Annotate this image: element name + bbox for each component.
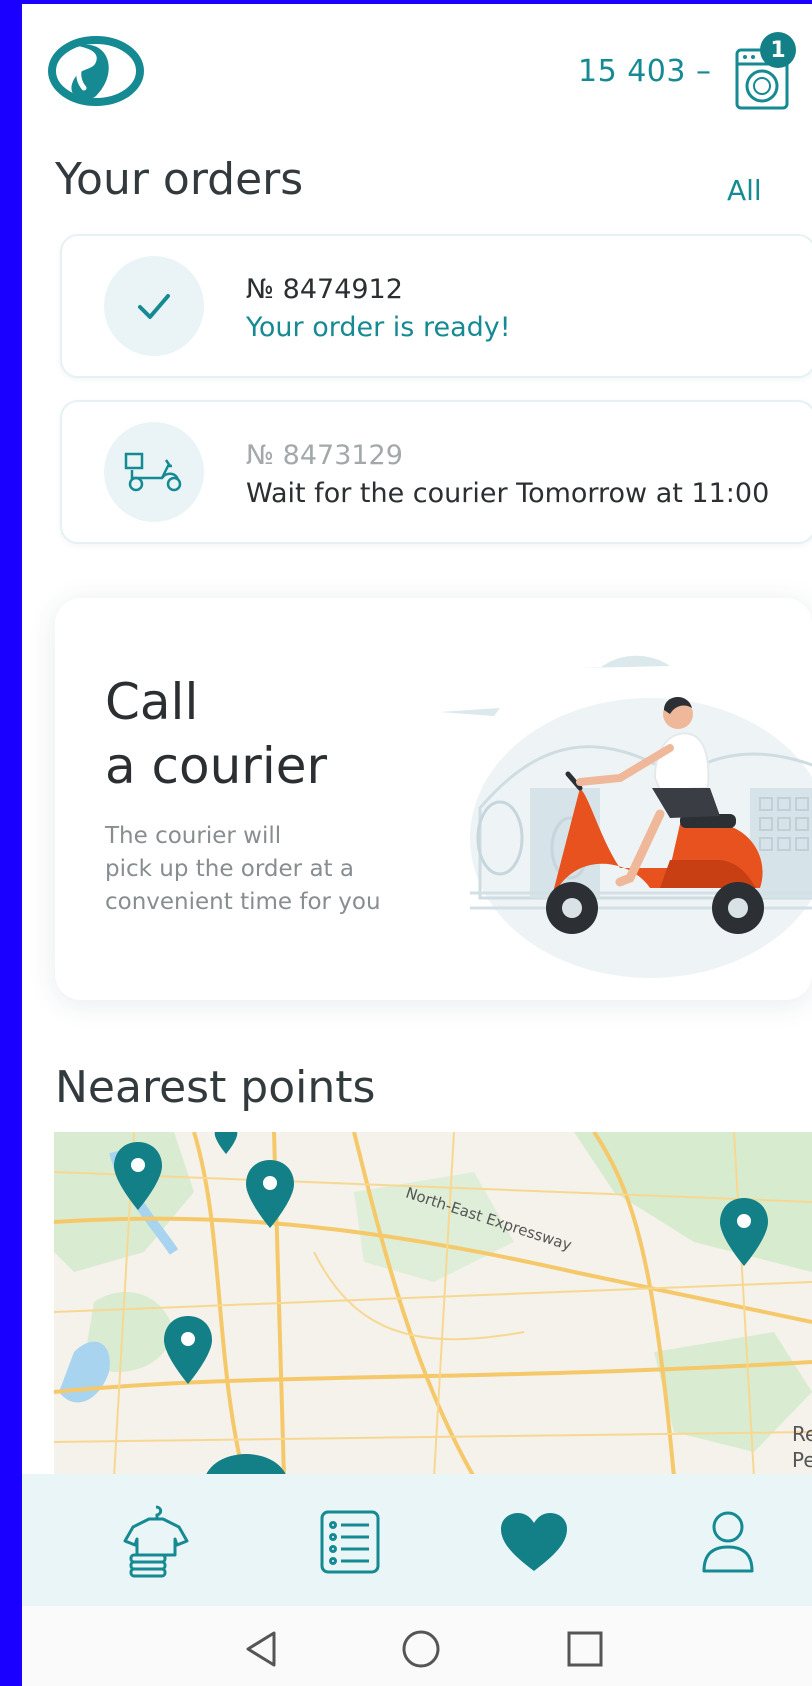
map-edge-label: Re [792,1422,812,1446]
map-pin-icon[interactable] [114,1142,162,1210]
map-pin-icon[interactable] [720,1198,768,1266]
laundry-icon[interactable] [116,1502,196,1582]
brand-logo[interactable] [48,32,148,110]
app-screen: 15 403 – 1 Your orders All № 8474912 You… [22,4,812,1686]
bottom-tab-bar [22,1474,812,1606]
courier-scooter-illustration [440,655,812,978]
back-icon[interactable] [238,1626,284,1672]
map-edge-label: Pe [792,1448,812,1472]
all-orders-link[interactable]: All [727,174,762,207]
order-status: Your order is ready! [246,312,511,343]
heart-icon[interactable] [494,1502,574,1582]
call-courier-card[interactable]: Call a courier The courier will pick up … [55,598,812,1000]
promo-title-line1: Call [105,673,199,731]
order-card-ready[interactable]: № 8474912 Your order is ready! [60,234,812,378]
map-canvas [54,1132,812,1477]
home-icon[interactable] [398,1626,444,1672]
order-number: № 8473129 [246,440,403,471]
promo-text-line2: pick up the order at a [105,856,354,882]
map-pin-icon[interactable] [246,1160,294,1228]
promo-text-line1: The courier will [105,823,282,849]
scooter-icon [104,422,204,522]
map-pin-icon[interactable] [208,1132,244,1154]
orders-title: Your orders [55,154,304,205]
order-number: № 8474912 [246,274,403,305]
recents-icon[interactable] [562,1626,608,1672]
balance-amount: 15 403 – [578,54,712,89]
cart-count-badge: 1 [760,32,796,68]
promo-description: The courier will pick up the order at a … [105,820,425,919]
promo-text-line3: convenient time for you [105,889,381,915]
promo-title: Call a courier [105,670,327,798]
promo-title-line2: a courier [105,737,328,795]
nearest-points-title: Nearest points [55,1062,376,1113]
nearest-points-map[interactable]: North-East Expressway Re Pe [54,1132,812,1477]
order-status: Wait for the courier Tomorrow at 11:00 [246,478,770,509]
profile-icon[interactable] [688,1502,768,1582]
map-pin-icon[interactable] [164,1316,212,1384]
check-icon [104,256,204,356]
order-card-courier[interactable]: № 8473129 Wait for the courier Tomorrow … [60,400,812,544]
list-icon[interactable] [310,1502,390,1582]
system-navigation-bar [22,1606,812,1686]
